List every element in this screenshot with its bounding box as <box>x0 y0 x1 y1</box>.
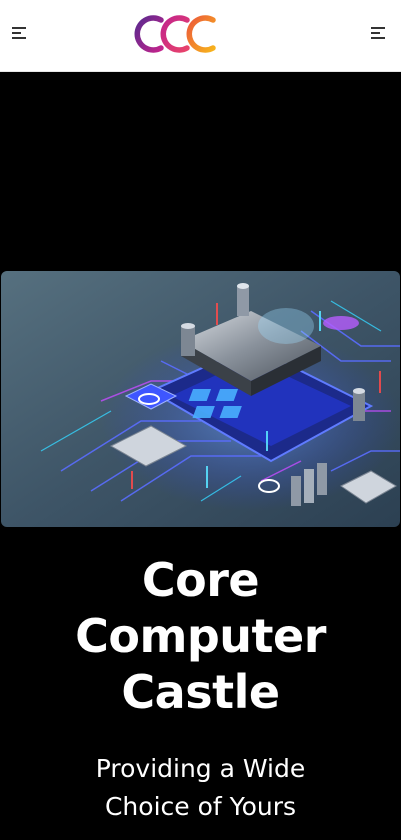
hero-title-line: Core <box>141 553 260 607</box>
menu-icon <box>371 27 385 39</box>
hero-subtitle-line: Choice of Yours <box>104 792 297 821</box>
hero-image <box>1 271 400 527</box>
ccc-logo-icon <box>134 15 216 53</box>
right-menu-button[interactable] <box>368 24 388 42</box>
hero-title-line: Castle <box>121 665 280 719</box>
left-menu-button[interactable] <box>11 24 31 42</box>
hero-subtitle: Providing a Wide Choice of Yours <box>0 750 401 826</box>
circuit-board-chip-illustration-icon <box>1 271 400 527</box>
logo[interactable] <box>131 12 217 56</box>
site-header <box>0 0 401 72</box>
menu-icon <box>12 27 26 39</box>
hero-title-line: Computer <box>75 609 326 663</box>
hero-title: Core Computer Castle <box>0 552 401 720</box>
page: Core Computer Castle Providing a Wide Ch… <box>0 0 401 840</box>
hero-subtitle-line: Providing a Wide <box>95 754 306 783</box>
